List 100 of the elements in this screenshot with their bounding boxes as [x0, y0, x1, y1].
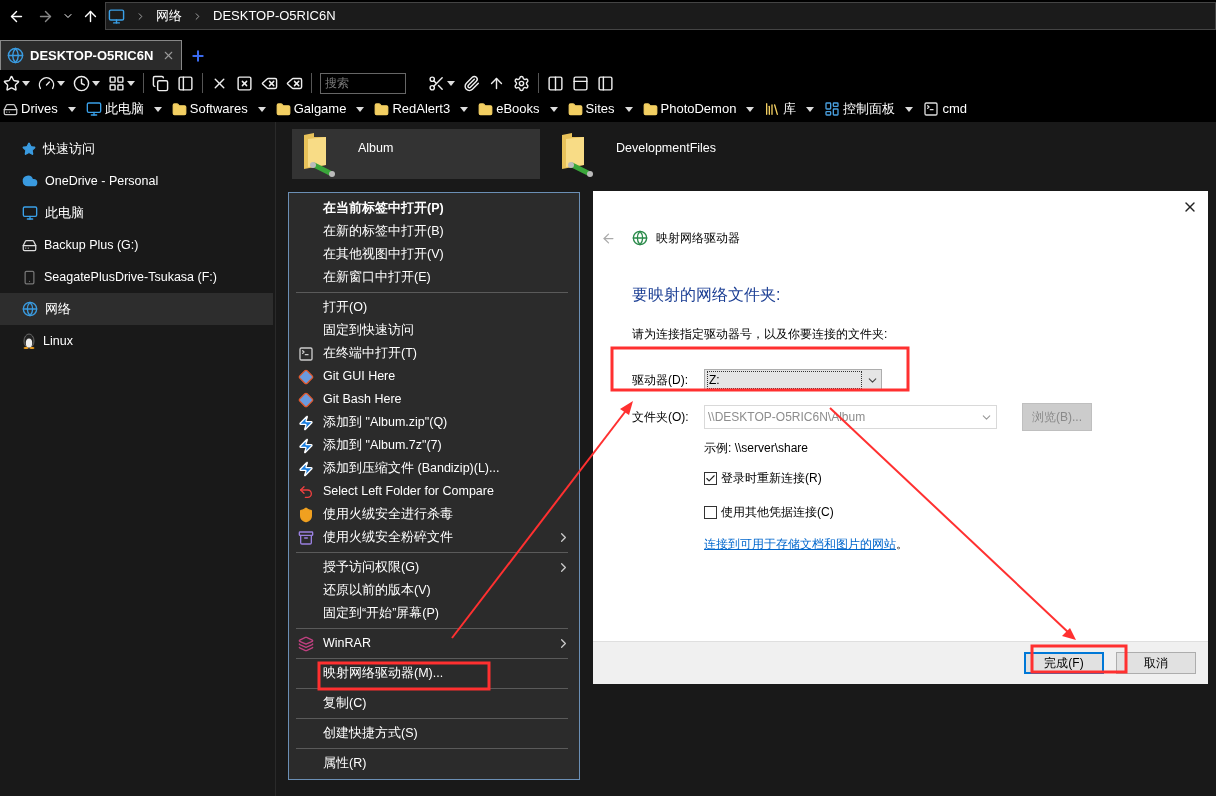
- caret-icon[interactable]: [460, 106, 469, 112]
- caret-icon[interactable]: [905, 106, 914, 112]
- bookmark[interactable]: PhotoDemon: [642, 99, 737, 119]
- add-tab-icon[interactable]: [190, 48, 206, 64]
- caret-icon[interactable]: [746, 106, 755, 112]
- link-sentence: 连接到可用于存储文档和图片的网站。: [704, 536, 909, 553]
- folder-tile[interactable]: DevelopmentFiles: [550, 129, 798, 179]
- menu-item[interactable]: 映射网络驱动器(M)...: [289, 662, 579, 685]
- finish-button[interactable]: 完成(F): [1024, 652, 1104, 674]
- panel-icon[interactable]: [597, 74, 614, 92]
- menu-item[interactable]: 固定到“开始”屏幕(P): [289, 602, 579, 625]
- settings-icon[interactable]: [513, 74, 530, 92]
- monitor-icon: [22, 205, 38, 221]
- menu-item[interactable]: 添加到 "Album.zip"(Q): [289, 411, 579, 434]
- tab[interactable]: DESKTOP-O5RIC6N: [0, 40, 182, 70]
- menu-item[interactable]: Select Left Folder for Compare: [289, 480, 579, 503]
- drive-select[interactable]: Z:: [704, 369, 882, 391]
- menu-item[interactable]: 添加到压缩文件 (Bandizip)(L)...: [289, 457, 579, 480]
- terminal-icon: [923, 101, 940, 117]
- folder-tile[interactable]: Album: [292, 129, 540, 179]
- search-field[interactable]: 搜索: [320, 72, 406, 94]
- caret-icon[interactable]: [22, 80, 30, 86]
- cancel-button[interactable]: 取消: [1116, 652, 1196, 674]
- breadcrumb[interactable]: DESKTOP-O5RIC6N: [213, 6, 336, 26]
- monitor-icon: [108, 7, 125, 25]
- panel-icon[interactable]: [572, 74, 589, 92]
- sidebar-item[interactable]: SeagatePlusDrive-Tsukasa (F:): [0, 261, 273, 293]
- bookmark[interactable]: cmd: [923, 99, 967, 119]
- bookmark[interactable]: 库: [764, 99, 797, 119]
- caret-icon[interactable]: [257, 106, 266, 112]
- caret-icon[interactable]: [127, 80, 135, 86]
- sidebar-item[interactable]: OneDrive - Personal: [0, 165, 273, 197]
- menu-item[interactable]: 还原以前的版本(V): [289, 579, 579, 602]
- star-icon[interactable]: [3, 74, 20, 92]
- breadcrumb[interactable]: 网络: [156, 6, 182, 26]
- menu-item[interactable]: WinRAR: [289, 632, 579, 655]
- scissors-icon[interactable]: [428, 74, 445, 92]
- bookmark[interactable]: Softwares: [171, 99, 248, 119]
- address-bar[interactable]: 网络 DESKTOP-O5RIC6N: [105, 2, 1216, 30]
- close-icon[interactable]: [236, 74, 253, 92]
- sidebar-item[interactable]: Linux: [0, 325, 273, 357]
- sidebar-item[interactable]: Backup Plus (G:): [0, 229, 273, 261]
- shield-icon: [298, 506, 314, 523]
- sidebar-item[interactable]: 快速访问: [0, 133, 273, 165]
- paperclip-icon[interactable]: [463, 74, 480, 92]
- grid-icon[interactable]: [108, 74, 125, 92]
- caret-icon[interactable]: [549, 106, 558, 112]
- menu-item[interactable]: 在新的标签中打开(B): [289, 220, 579, 243]
- caret-icon[interactable]: [624, 106, 633, 112]
- menu-item[interactable]: 添加到 "Album.7z"(7): [289, 434, 579, 457]
- caret-icon[interactable]: [92, 80, 100, 86]
- menu-item[interactable]: 使用火绒安全进行杀毒: [289, 503, 579, 526]
- menu-item[interactable]: 复制(C): [289, 692, 579, 715]
- bookmark[interactable]: Sites: [567, 99, 615, 119]
- cloud-icon: [22, 173, 38, 189]
- lightning-icon: [298, 437, 314, 454]
- caret-icon[interactable]: [356, 106, 365, 112]
- menu-item[interactable]: 创建快捷方式(S): [289, 722, 579, 745]
- bookmark[interactable]: 此电脑: [85, 99, 144, 119]
- folder-icon: [567, 101, 583, 117]
- monitor-icon: [85, 101, 102, 117]
- panel-icon[interactable]: [547, 74, 564, 92]
- caret-icon[interactable]: [57, 80, 65, 86]
- copy-icon[interactable]: [152, 74, 169, 92]
- bookmark[interactable]: RedAlert3: [374, 99, 451, 119]
- menu-item[interactable]: Git Bash Here: [289, 388, 579, 411]
- menu-item[interactable]: 授予访问权限(G): [289, 556, 579, 579]
- menu-item[interactable]: 在当前标签中打开(P): [289, 197, 579, 220]
- bookmark[interactable]: Galgame: [275, 99, 347, 119]
- bookmark[interactable]: eBooks: [478, 99, 540, 119]
- bookmark[interactable]: Drives: [3, 99, 58, 119]
- menu-item[interactable]: 在新窗口中打开(E): [289, 266, 579, 289]
- caret-icon[interactable]: [806, 106, 815, 112]
- sidebar-item[interactable]: 此电脑: [0, 197, 273, 229]
- network-icon: [7, 47, 24, 64]
- bookmark[interactable]: 控制面板: [824, 99, 896, 119]
- checkbox[interactable]: [704, 471, 717, 485]
- checkbox-label: 登录时重新连接(R): [721, 470, 822, 487]
- menu-item[interactable]: 属性(R): [289, 752, 579, 775]
- instruction-text: 请为连接指定驱动器号，以及你要连接的文件夹:: [632, 326, 889, 343]
- clock-icon[interactable]: [73, 74, 90, 92]
- caret-icon[interactable]: [447, 80, 455, 86]
- gauge-icon[interactable]: [38, 74, 55, 92]
- sidebar-item[interactable]: 网络: [0, 293, 273, 325]
- caret-icon[interactable]: [153, 106, 162, 112]
- menu-item[interactable]: 固定到快速访问: [289, 319, 579, 342]
- control-panel-icon: [824, 101, 841, 117]
- website-link[interactable]: 连接到可用于存储文档和图片的网站: [704, 537, 896, 551]
- checkbox-label: 使用其他凭据连接(C): [721, 504, 834, 521]
- menu-item[interactable]: 使用火绒安全粉碎文件: [289, 526, 579, 549]
- menu-item[interactable]: Git GUI Here: [289, 365, 579, 388]
- panel-icon[interactable]: [177, 74, 194, 92]
- menu-item[interactable]: 在终端中打开(T): [289, 342, 579, 365]
- checkbox[interactable]: [704, 505, 717, 519]
- menu-item[interactable]: 打开(O): [289, 296, 579, 319]
- menu-item[interactable]: 在其他视图中打开(V): [289, 243, 579, 266]
- caret-icon[interactable]: [67, 106, 76, 112]
- undo-arrow-icon: [298, 483, 314, 500]
- lightning-icon: [298, 414, 314, 431]
- folder-icon: [275, 101, 291, 117]
